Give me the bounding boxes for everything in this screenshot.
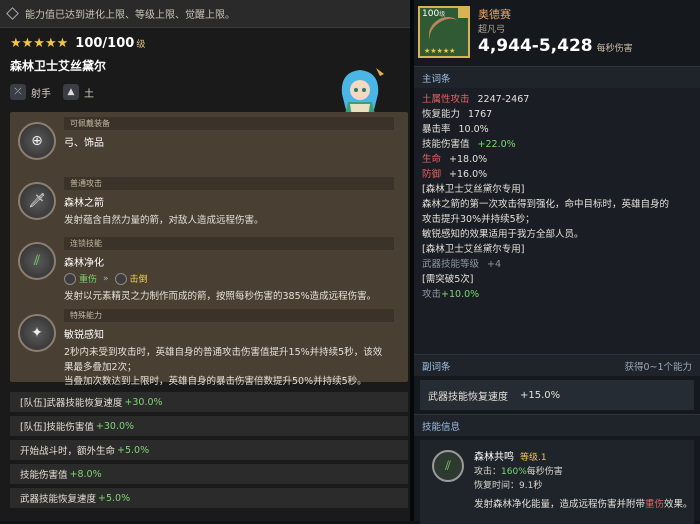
option-row: 森林之箭的第一次攻击得到强化，命中目标时，英雄自身的: [422, 199, 670, 210]
list-item: [队伍]武器技能恢复速度 +30.0%: [10, 392, 408, 414]
hero-header: ★★★★★ 100/100 级 森林卫士艾丝黛尔 ⤫ 射手 ▲ 土: [0, 28, 410, 122]
skills-section: ⊕ 可佩戴装备 弓、饰品 🗡 普通攻击 森林之箭 发射蕴含自然力量的箭，对敌人造…: [10, 112, 408, 387]
diamond-icon: [6, 7, 19, 20]
option-row: 敏锐感知的效果适用于我方全部人员。: [422, 229, 584, 240]
skill-title: 弓、饰品: [64, 138, 104, 149]
list-item: 开始战斗时，额外生命 +5.0%: [10, 440, 408, 462]
weapon-skill-name: 森林共鸣 等级.1: [474, 452, 547, 463]
weapon-skill-cooldown: 恢复时间：9.1秒: [474, 481, 543, 491]
sub-options-header: 副词条 获得0~1个能力: [414, 354, 700, 376]
sparkle-icon: ✦: [18, 314, 56, 352]
list-item: [队伍]技能伤害值 +30.0%: [10, 416, 408, 438]
skill-equipment: ⊕ 可佩戴装备 弓、饰品: [10, 112, 408, 172]
skill-desc: 发射以元素精灵之力制作而成的箭，按照每秒伤害的385%造成远程伤害。: [64, 291, 377, 302]
hero-panel: 能力值已达到进化上限、等级上限、觉醒上限。 ★★★★★ 100/100 级 森林…: [0, 0, 410, 521]
option-row: 生命 +18.0%: [422, 154, 488, 165]
weapon-skill-desc: 发射森林净化能量，造成远程伤害并附带重伤效果。: [474, 499, 693, 510]
option-row: [森林卫士艾丝黛尔专用]: [422, 184, 525, 195]
star-rating: ★★★★★: [10, 36, 69, 51]
main-options: 土属性攻击 2247-2467 恢复能力 1767 暴击率 10.0% 技能伤害值 +2…: [414, 88, 700, 354]
option-row: 恢复能力 1767: [422, 109, 493, 120]
chain-to: 击倒: [129, 275, 148, 285]
skill-desc-line: 当叠加次数达到上限时，英雄自身的暴击伤害倍数提升50%并持续5秒。: [64, 376, 367, 388]
skill-desc-line: 果最多叠加2次；: [64, 361, 137, 373]
weapon-rarity: 超凡弓: [478, 25, 506, 35]
hero-class-label: 射手: [31, 88, 51, 100]
list-item: 技能伤害值 +8.0%: [10, 464, 408, 486]
chevron-right-icon: »: [103, 273, 109, 284]
notice-text: 能力值已达到进化上限、等级上限、觉醒上限。: [25, 10, 235, 21]
option-row: 攻击+10.0%: [422, 289, 480, 300]
weapon-header: 100级 ★★★★★ 奥德赛 超凡弓 4,944-5,428 每秒伤害: [414, 0, 700, 66]
option-row: 防御 +16.0%: [422, 169, 488, 180]
skill-tag: 连锁技能: [64, 237, 394, 250]
skill-chain[interactable]: ⫽ 连锁技能 森林净化 重伤 » 击倒 发射以元素精灵之力制作而成的箭，按照每秒…: [10, 232, 408, 304]
bow-class-icon: ⤫: [10, 84, 26, 100]
weapon-skill-attack: 攻击：160%每秒伤害: [474, 467, 563, 477]
injury-icon: [64, 272, 76, 285]
earth-element-icon: ▲: [63, 84, 79, 100]
option-row: 攻击提升30%并持续5秒；: [422, 214, 535, 225]
claw-slash-icon: ⫽: [432, 450, 464, 482]
weapon-panel: 100级 ★★★★★ 奥德赛 超凡弓 4,944-5,428 每秒伤害 主词条 土…: [414, 0, 700, 524]
team-bonus-list: [队伍]武器技能恢复速度 +30.0% [队伍]技能伤害值 +30.0% 开始战斗时…: [10, 392, 408, 512]
sword-icon: 🗡: [18, 182, 56, 220]
option-row: 暴击率 10.0%: [422, 124, 489, 135]
knockdown-icon: [114, 272, 127, 285]
skill-tag: 可佩戴装备: [64, 117, 394, 130]
skill-desc: 2秒内未受到攻击时，英雄自身的普通攻击伤害值提升15%并持续5秒，该效 果最多叠…: [64, 346, 408, 390]
weapon-card[interactable]: 100级 ★★★★★: [418, 6, 470, 58]
skill-desc-line: 2秒内未受到攻击时，英雄自身的普通攻击伤害值提升15%并持续5秒，该效: [64, 347, 383, 358]
hero-level: 100/100: [75, 36, 135, 51]
chain-flow: 重伤 » 击倒: [64, 272, 408, 285]
option-row: [森林卫士艾丝黛尔专用]: [422, 244, 525, 255]
main-options-header: 主词条: [414, 66, 700, 88]
weapon-stars: ★★★★★: [424, 47, 456, 55]
hero-element-label: 土: [84, 88, 94, 100]
weapon-skill-card[interactable]: ⫽ 森林共鸣 等级.1 攻击：160%每秒伤害 恢复时间：9.1秒 发射森林净化能…: [420, 440, 694, 524]
skill-normal-attack[interactable]: 🗡 普通攻击 森林之箭 发射蕴含自然力量的箭，对敌人造成远程伤害。: [10, 172, 408, 232]
sub-option-row: 武器技能恢复速度 +15.0%: [420, 380, 694, 410]
equipment-icon: ⊕: [18, 122, 56, 160]
weapon-name: 奥德赛: [478, 8, 511, 21]
option-row: 土属性攻击 2247-2467: [422, 94, 530, 105]
weapon-damage: 4,944-5,428 每秒伤害: [478, 36, 633, 56]
skill-info-header: 技能信息: [414, 414, 700, 436]
option-row: 武器技能等级 +4: [422, 259, 502, 270]
skill-special[interactable]: ✦ 特殊能力 敏锐感知 2秒内未受到攻击时，英雄自身的普通攻击伤害值提升15%并…: [10, 304, 408, 387]
notice-bar: 能力值已达到进化上限、等级上限、觉醒上限。: [0, 0, 410, 28]
arrows-icon: ⫽: [18, 242, 56, 280]
option-row: [需突破5次]: [422, 274, 474, 285]
skill-title: 森林净化: [64, 258, 104, 269]
chain-from: 重伤: [79, 275, 98, 285]
skill-tag: 特殊能力: [64, 309, 394, 322]
hero-level-unit: 级: [136, 40, 146, 50]
skill-title: 敏锐感知: [64, 330, 104, 341]
skill-desc: 发射蕴含自然力量的箭，对敌人造成远程伤害。: [64, 215, 264, 226]
skill-title: 森林之箭: [64, 198, 104, 209]
list-item: 武器技能恢复速度 +5.0%: [10, 488, 408, 510]
weapon-badge-icon: [458, 8, 468, 18]
option-row: 技能伤害值 +22.0%: [422, 139, 516, 150]
skill-tag: 普通攻击: [64, 177, 394, 190]
